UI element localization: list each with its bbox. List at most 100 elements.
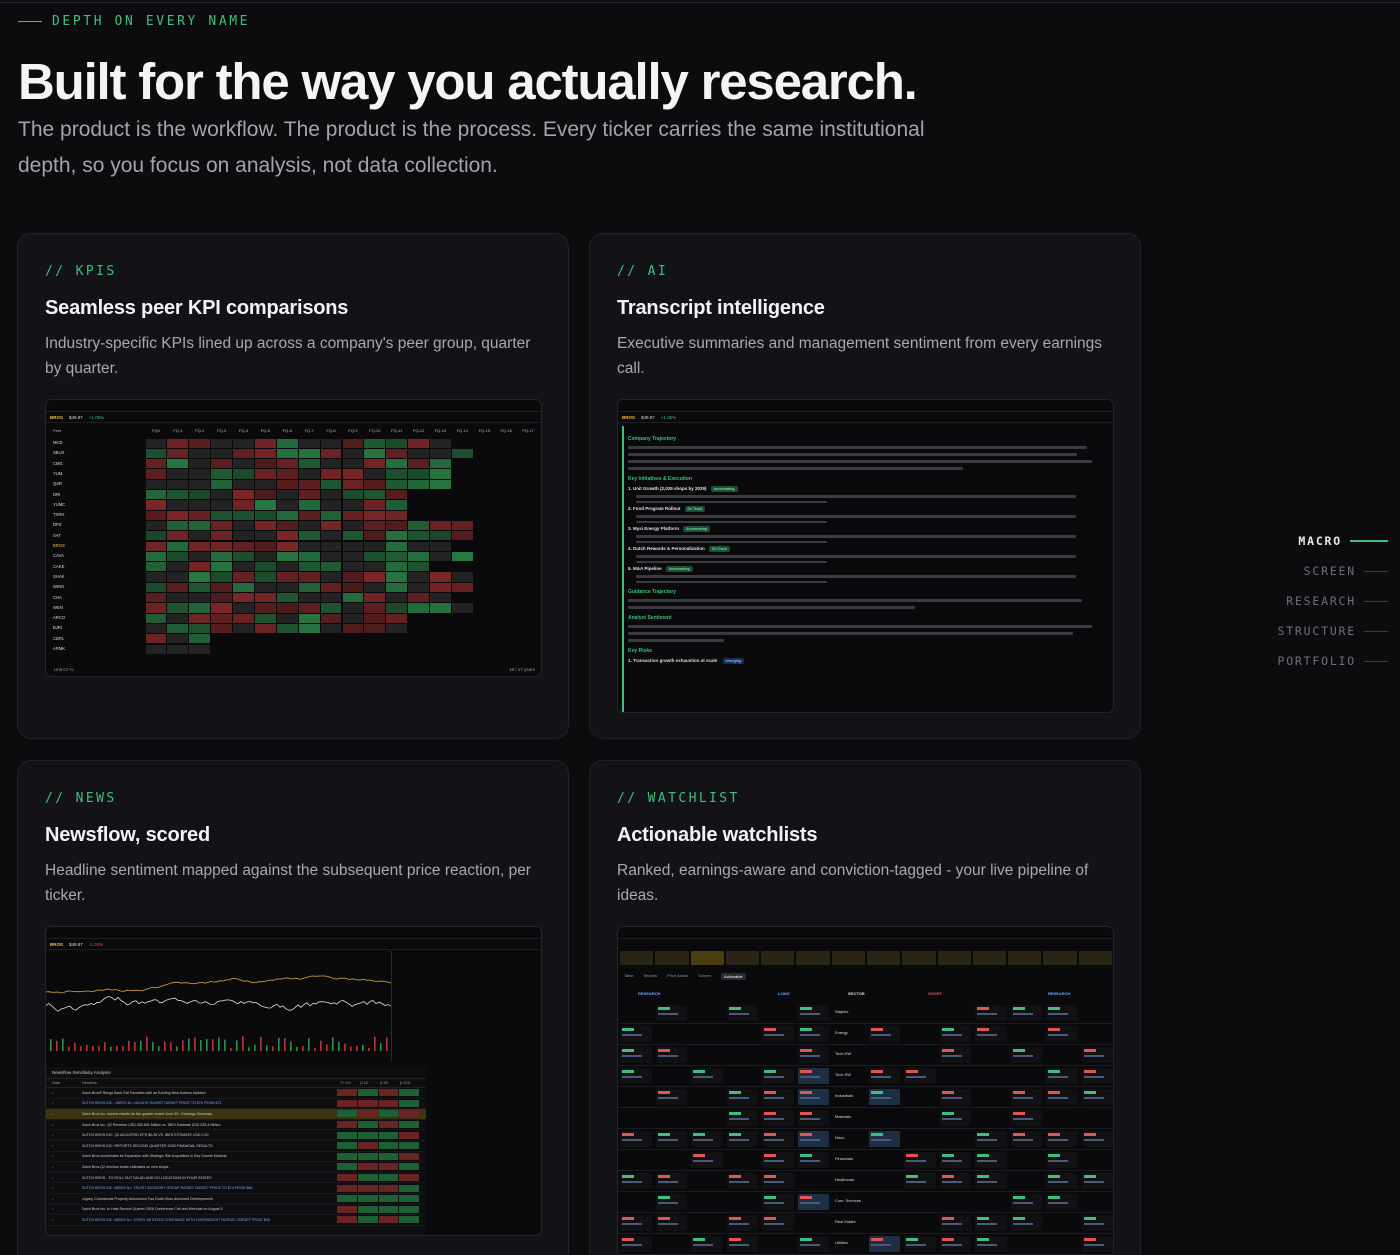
news-row[interactable]: • DUTCH BROS INC. Q2 ADJUSTED EPS $0.26 V… [46,1130,426,1141]
watchlist-ticker-card[interactable] [975,1152,1007,1168]
watchlist-ticker-card[interactable] [620,1068,652,1084]
side-nav-macro[interactable]: MACRO [1298,532,1388,550]
watchlist-ticker-card[interactable] [939,1110,971,1126]
watchlist-ticker-card[interactable] [1081,1236,1113,1252]
earnings-slot[interactable] [620,951,654,965]
watchlist-ticker-card[interactable] [762,1194,794,1210]
watchlist-ticker-card[interactable] [868,1068,900,1084]
side-nav-portfolio[interactable]: PORTFOLIO [1277,652,1388,670]
watchlist-ticker-card[interactable] [797,1068,829,1084]
watchlist-ticker-card[interactable] [691,1068,723,1084]
side-nav-research[interactable]: RESEARCH [1286,592,1388,610]
watchlist-ticker-card[interactable] [762,1110,794,1126]
earnings-slot[interactable] [831,951,865,965]
watchlist-tab[interactable]: Actionable [720,973,746,980]
watchlist-ticker-card[interactable] [762,1131,794,1147]
news-row[interactable]: • Dutch Bros Inc. reports results for the… [46,1109,426,1120]
watchlist-ticker-card[interactable] [1010,1005,1042,1021]
watchlist-ticker-card[interactable] [726,1089,758,1105]
watchlist-ticker-card[interactable] [726,1173,758,1189]
watchlist-ticker-card[interactable] [975,1131,1007,1147]
watchlist-tab[interactable]: Table [624,973,634,980]
watchlist-ticker-card[interactable] [762,1215,794,1231]
watchlist-ticker-card[interactable] [1046,1194,1078,1210]
watchlist-ticker-card[interactable] [655,1005,687,1021]
watchlist-ticker-card[interactable] [1081,1047,1113,1063]
watchlist-ticker-card[interactable] [1046,1173,1078,1189]
watchlist-ticker-card[interactable] [726,1005,758,1021]
watchlist-ticker-card[interactable] [1046,1005,1078,1021]
watchlist-tab[interactable]: Sectors [644,973,658,980]
watchlist-ticker-card[interactable] [691,1236,723,1252]
news-row[interactable]: • DUTCH BROS INC <BROS.N>: STIFEL INITIAT… [46,1215,426,1226]
watchlist-ticker-card[interactable] [797,1047,829,1063]
watchlist-tab[interactable]: Screen [698,973,711,980]
watchlist-ticker-card[interactable] [726,1215,758,1231]
watchlist-ticker-card[interactable] [691,1131,723,1147]
watchlist-ticker-card[interactable] [939,1047,971,1063]
watchlist-ticker-card[interactable] [904,1152,936,1168]
watchlist-ticker-card[interactable] [868,1026,900,1042]
watchlist-ticker-card[interactable] [762,1068,794,1084]
watchlist-ticker-card[interactable] [868,1236,900,1252]
watchlist-ticker-card[interactable] [655,1131,687,1147]
earnings-slot[interactable] [1078,951,1112,965]
watchlist-ticker-card[interactable] [939,1089,971,1105]
news-row[interactable]: • DUTCH BROS INC <BROS.N>: TRUIST ADVISOR… [46,1183,426,1194]
watchlist-ticker-card[interactable] [975,1173,1007,1189]
watchlist-ticker-card[interactable] [655,1089,687,1105]
watchlist-ticker-card[interactable] [726,1236,758,1252]
watchlist-ticker-card[interactable] [939,1026,971,1042]
watchlist-ticker-card[interactable] [1046,1026,1078,1042]
watchlist-ticker-card[interactable] [1010,1110,1042,1126]
watchlist-ticker-card[interactable] [1010,1194,1042,1210]
news-row[interactable]: • DUTCH BROS INC: REPORTS SECOND QUARTER … [46,1141,426,1152]
watchlist-ticker-card[interactable] [762,1152,794,1168]
watchlist-tab[interactable]: Price Action [667,973,688,980]
watchlist-ticker-card[interactable] [1046,1131,1078,1147]
watchlist-ticker-card[interactable] [1081,1131,1113,1147]
watchlist-ticker-card[interactable] [655,1215,687,1231]
watchlist-ticker-card[interactable] [655,1047,687,1063]
watchlist-ticker-card[interactable] [797,1131,829,1147]
watchlist-ticker-card[interactable] [1081,1089,1113,1105]
earnings-slot[interactable] [1043,951,1077,965]
watchlist-ticker-card[interactable] [620,1236,652,1252]
watchlist-ticker-card[interactable] [691,1152,723,1168]
watchlist-ticker-card[interactable] [726,1131,758,1147]
watchlist-ticker-card[interactable] [868,1089,900,1105]
watchlist-ticker-card[interactable] [620,1131,652,1147]
earnings-slot[interactable] [725,951,760,965]
watchlist-ticker-card[interactable] [939,1215,971,1231]
earnings-slot[interactable] [690,951,724,965]
watchlist-ticker-card[interactable] [904,1068,936,1084]
news-row[interactable]: • Dutch Bros Inc. to Host Second Quarter … [46,1205,426,1216]
watchlist-ticker-card[interactable] [939,1236,971,1252]
news-row[interactable]: • Dutch Bros Accelerates its Expansion wi… [46,1152,426,1163]
watchlist-ticker-card[interactable] [620,1047,652,1063]
watchlist-ticker-card[interactable] [1010,1131,1042,1147]
earnings-slot[interactable] [972,951,1007,965]
watchlist-ticker-card[interactable] [1046,1152,1078,1168]
watchlist-ticker-card[interactable] [1046,1089,1078,1105]
earnings-slot[interactable] [796,951,830,965]
watchlist-ticker-card[interactable] [1010,1089,1042,1105]
watchlist-ticker-card[interactable] [904,1173,936,1189]
watchlist-ticker-card[interactable] [1081,1068,1113,1084]
earnings-slot[interactable] [902,951,936,965]
earnings-slot[interactable] [761,951,795,965]
news-row[interactable]: • Legacy Commercial Property Announces Tw… [46,1194,426,1205]
watchlist-ticker-card[interactable] [1046,1068,1078,1084]
watchlist-ticker-card[interactable] [797,1005,829,1021]
watchlist-ticker-card[interactable] [975,1026,1007,1042]
watchlist-ticker-card[interactable] [975,1005,1007,1021]
watchlist-ticker-card[interactable] [1081,1215,1113,1231]
watchlist-ticker-card[interactable] [939,1173,971,1189]
watchlist-ticker-card[interactable] [620,1173,652,1189]
watchlist-ticker-card[interactable] [939,1152,971,1168]
watchlist-ticker-card[interactable] [762,1089,794,1105]
watchlist-ticker-card[interactable] [797,1194,829,1210]
watchlist-ticker-card[interactable] [1010,1215,1042,1231]
side-nav-structure[interactable]: STRUCTURE [1277,622,1388,640]
earnings-slot[interactable] [937,951,971,965]
